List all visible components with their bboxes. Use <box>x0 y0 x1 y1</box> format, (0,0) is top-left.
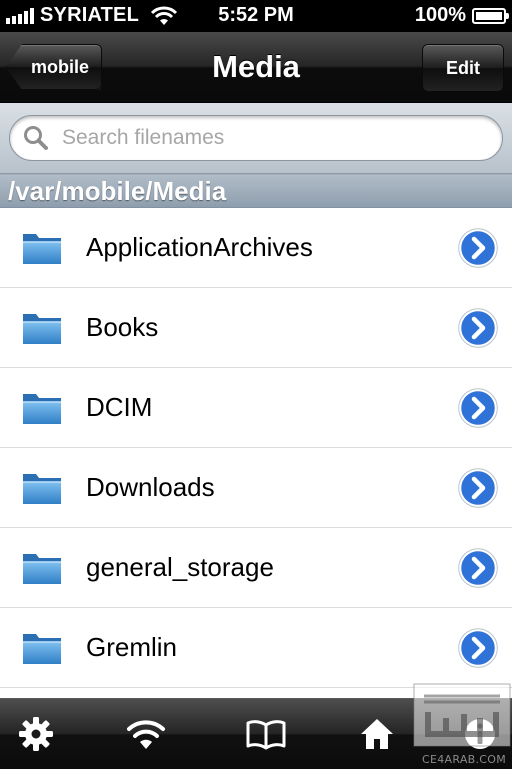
search-bar <box>0 103 512 174</box>
home-icon[interactable] <box>359 716 395 752</box>
file-name: Books <box>86 312 159 342</box>
file-name: Downloads <box>86 472 215 502</box>
search-input[interactable] <box>60 125 502 151</box>
folder-icon <box>23 314 61 344</box>
folder-icon <box>23 234 61 264</box>
list-item[interactable]: DCIM <box>0 368 512 448</box>
disclosure-button[interactable] <box>458 228 498 268</box>
list-item[interactable]: Books <box>0 288 512 368</box>
folder-icon <box>23 474 61 504</box>
folder-icon <box>23 554 61 584</box>
disclosure-button[interactable] <box>458 628 498 668</box>
search-field[interactable] <box>9 115 503 161</box>
file-name: Gremlin <box>86 632 178 662</box>
status-bar: SYRIATEL 5:52 PM 100% <box>0 0 512 32</box>
list-item[interactable]: general_storage <box>0 528 512 608</box>
disclosure-button[interactable] <box>458 548 498 588</box>
wifi-icon[interactable] <box>126 716 166 752</box>
disclosure-button[interactable] <box>458 308 498 348</box>
watermark-logo: CE4ARAB.COM <box>412 682 512 768</box>
book-icon[interactable] <box>246 716 286 752</box>
file-name: DCIM <box>86 392 153 422</box>
folder-icon <box>23 394 61 424</box>
list-item[interactable]: Gremlin <box>0 608 512 688</box>
status-right: 100% <box>414 4 509 27</box>
navigation-bar: mobile Media Edit <box>0 32 512 103</box>
file-list: ApplicationArchives Books DCIM Downloads… <box>0 208 512 688</box>
file-name: ApplicationArchives <box>86 232 313 262</box>
list-item[interactable]: Downloads <box>0 448 512 528</box>
list-item[interactable]: ApplicationArchives <box>0 208 512 288</box>
watermark-site: CE4ARAB.COM <box>421 753 507 766</box>
battery-icon <box>472 7 509 24</box>
disclosure-button[interactable] <box>458 468 498 508</box>
gear-icon[interactable] <box>18 716 54 752</box>
folder-icon <box>23 634 61 664</box>
path-header: /var/mobile/Media <box>0 174 512 208</box>
search-icon <box>24 126 48 150</box>
edit-button[interactable]: Edit <box>422 44 504 92</box>
file-name: general_storage <box>86 552 274 582</box>
disclosure-button[interactable] <box>458 388 498 428</box>
battery-percent: 100% <box>414 4 466 26</box>
watermark-emblem <box>413 683 511 747</box>
